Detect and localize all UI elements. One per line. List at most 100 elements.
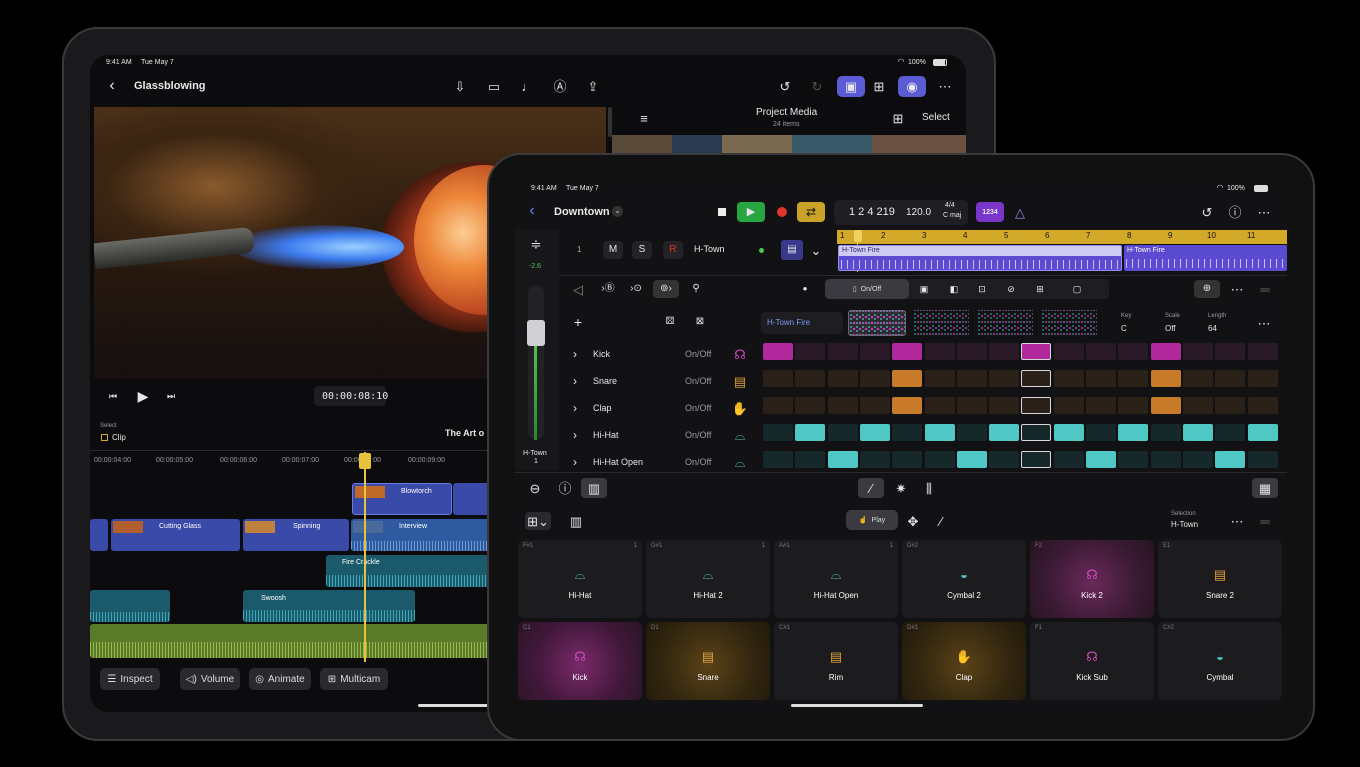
mixer-icon[interactable]: ≑	[529, 237, 543, 251]
row-mode[interactable]: On/Off	[685, 349, 711, 359]
info-icon[interactable]: ⓘ	[557, 480, 573, 496]
follow-icon[interactable]: ⊚›	[653, 280, 679, 298]
play-icon[interactable]: ▶	[737, 202, 765, 222]
record-icon[interactable]	[774, 204, 790, 220]
pad-rim[interactable]: C#1 ▤ Rim	[774, 622, 898, 700]
step-cell[interactable]	[1118, 424, 1149, 441]
back-chevron-icon[interactable]: ‹	[104, 77, 120, 95]
step-cell[interactable]	[1150, 451, 1181, 468]
edit-pencil-icon[interactable]: ∕	[933, 513, 949, 529]
step-cell[interactable]	[924, 370, 955, 387]
pad-hi-hat-open[interactable]: A#1 1 ⌓ Hi-Hat Open	[774, 540, 898, 618]
skip-back-icon[interactable]: ⏮	[106, 389, 120, 403]
step-record-icon[interactable]: ›Ⓑ	[599, 282, 617, 296]
row-expand-chevron-icon[interactable]: ›	[569, 401, 581, 415]
step-cell[interactable]	[1215, 343, 1246, 360]
instrument-icon[interactable]: ▤	[781, 240, 803, 260]
step-cell[interactable]	[1021, 397, 1052, 414]
row-mode[interactable]: On/Off	[685, 430, 711, 440]
speaker-icon[interactable]: ◁	[571, 282, 585, 296]
step-cell[interactable]	[795, 397, 826, 414]
step-cell[interactable]	[763, 397, 793, 414]
step-cell[interactable]	[924, 343, 955, 360]
media-thumbnails[interactable]	[612, 135, 966, 155]
row-expand-chevron-icon[interactable]: ›	[569, 374, 581, 388]
step-cell[interactable]	[989, 451, 1020, 468]
step-cell[interactable]	[1021, 370, 1052, 387]
step-cell[interactable]	[1215, 451, 1246, 468]
step-cell[interactable]	[1053, 424, 1084, 441]
step-cell[interactable]	[1086, 424, 1116, 441]
project-menu-icon[interactable]: ⌄	[612, 206, 623, 217]
step-cell[interactable]	[859, 424, 890, 441]
step-cell[interactable]	[763, 370, 793, 387]
more-icon[interactable]: ⋯	[1256, 204, 1272, 220]
note-tab-icon[interactable]: ◧	[947, 282, 961, 296]
step-cell[interactable]	[795, 370, 826, 387]
clip-interview[interactable]: Interview	[351, 519, 491, 551]
step-cell[interactable]	[1247, 424, 1278, 441]
pad-hi-hat-2[interactable]: G#1 1 ⌓ Hi-Hat 2	[646, 540, 770, 618]
mute-button[interactable]: M	[603, 241, 623, 259]
step-cell[interactable]	[1150, 343, 1181, 360]
step-cell[interactable]	[924, 424, 955, 441]
step-cell[interactable]	[1086, 343, 1116, 360]
step-cell[interactable]	[1215, 397, 1246, 414]
voiceover-icon[interactable]: ◉	[898, 76, 926, 97]
pad-kick-sub[interactable]: F1 ☊ Kick Sub	[1030, 622, 1154, 700]
volume-fader-knob[interactable]	[527, 320, 545, 346]
step-cell[interactable]	[892, 370, 923, 387]
randomize-icon[interactable]: ⚲	[689, 282, 703, 296]
step-cell[interactable]	[827, 424, 858, 441]
filter-icon[interactable]: ≡	[636, 110, 652, 126]
help-icon[interactable]: ⓘ	[1227, 204, 1243, 220]
sequencer-row-hi-hat[interactable]: › Hi-Hat On/Off ⌓	[559, 423, 755, 447]
solo-button[interactable]: S	[632, 241, 652, 259]
more-icon[interactable]: ⋯	[936, 77, 954, 95]
step-cell[interactable]	[1118, 370, 1149, 387]
step-cell[interactable]	[924, 451, 955, 468]
sidebar-icon[interactable]: ▥	[568, 513, 584, 529]
octave-tab-icon[interactable]: ⊡	[975, 282, 989, 296]
onoff-tab[interactable]: ▯ On/Off	[825, 279, 909, 299]
random-pattern-icon[interactable]: ⚄	[663, 315, 677, 329]
stop-icon[interactable]	[714, 204, 730, 220]
pad-cymbal[interactable]: C#2 ◒ Cymbal	[1158, 622, 1282, 700]
clip-swoosh[interactable]: Swoosh	[243, 590, 415, 622]
pattern-page-2[interactable]	[913, 310, 969, 336]
step-cell[interactable]	[827, 370, 858, 387]
step-cell[interactable]	[795, 451, 826, 468]
step-cell[interactable]	[989, 397, 1020, 414]
pad-kick-2[interactable]: F2 ☊ Kick 2	[1030, 540, 1154, 618]
step-cell[interactable]	[763, 451, 793, 468]
step-cell[interactable]	[1150, 424, 1181, 441]
pad-snare-2[interactable]: E1 ▤ Snare 2	[1158, 540, 1282, 618]
share-import-icon[interactable]: ⇩	[452, 77, 468, 95]
microphone-icon[interactable]: ♩	[520, 77, 536, 95]
step-cell[interactable]	[989, 370, 1020, 387]
play-icon[interactable]: ▶	[134, 387, 152, 405]
step-cell[interactable]	[1247, 397, 1278, 414]
pattern-more-icon[interactable]: ⋯	[1256, 316, 1272, 330]
clip-fire-crackle[interactable]: Fire Crackle	[326, 555, 491, 587]
step-cell[interactable]	[1247, 451, 1278, 468]
row-mode[interactable]: On/Off	[685, 376, 711, 386]
step-cell[interactable]	[827, 451, 858, 468]
scale-value[interactable]: Off	[1165, 324, 1176, 333]
row-mode[interactable]: On/Off	[685, 457, 711, 467]
step-cell[interactable]	[892, 424, 923, 441]
row-mode[interactable]: On/Off	[685, 403, 711, 413]
more-tab-icon[interactable]: ▢	[1070, 282, 1084, 296]
step-cell[interactable]	[1182, 451, 1213, 468]
gate-tab-icon[interactable]: ⊘	[1004, 282, 1018, 296]
step-cell[interactable]	[1086, 397, 1116, 414]
step-cell[interactable]	[1053, 451, 1084, 468]
region-h-town-fire-1[interactable]: H-Town Fire	[838, 245, 1122, 271]
move-icon[interactable]: ✥	[905, 513, 921, 529]
step-cell[interactable]	[763, 343, 793, 360]
pad-cymbal-2[interactable]: D#2 ◒ Cymbal 2	[902, 540, 1026, 618]
selection-more-icon[interactable]: ⋯	[1229, 514, 1245, 528]
velocity-tab-icon[interactable]: ▣	[917, 282, 931, 296]
region-h-town-fire-2[interactable]: H-Town Fire	[1124, 245, 1287, 271]
pad-snare[interactable]: D1 ▤ Snare	[646, 622, 770, 700]
